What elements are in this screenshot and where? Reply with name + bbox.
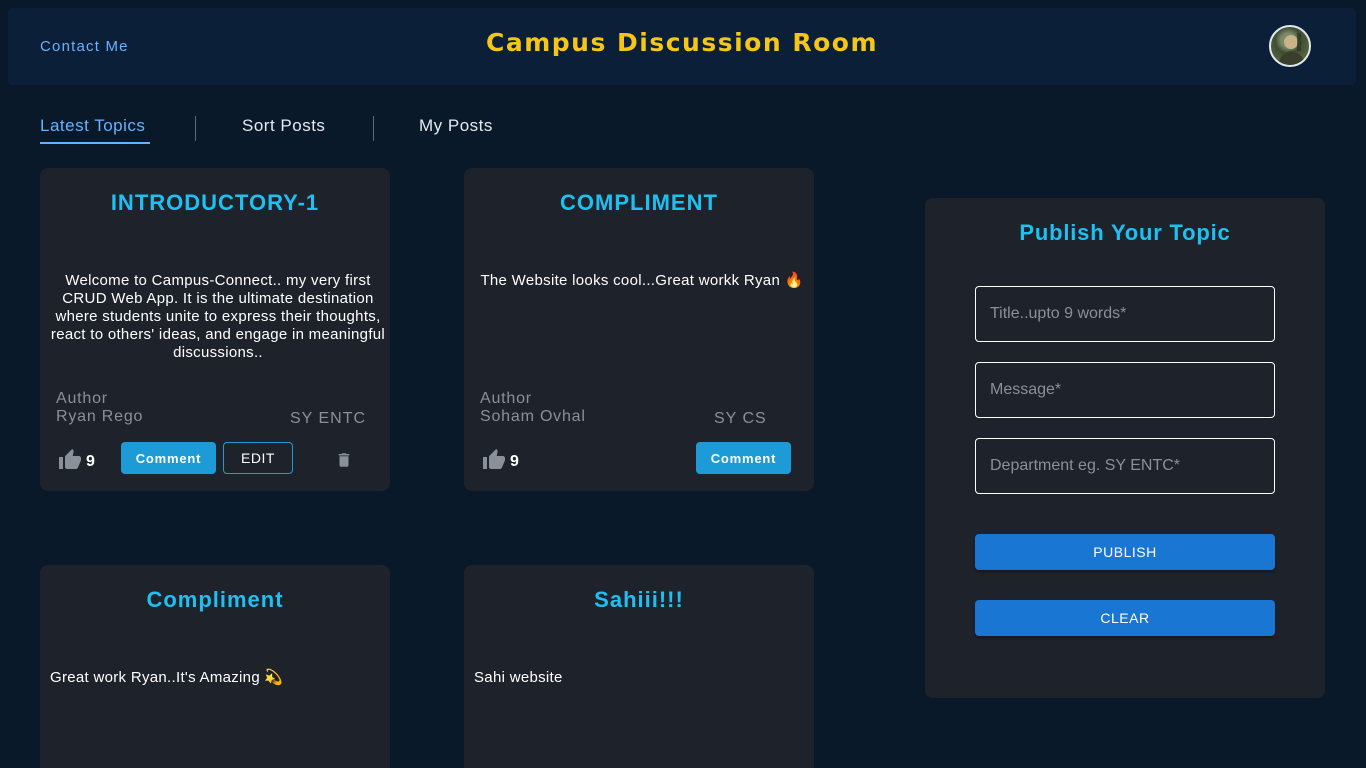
department-input[interactable] <box>975 438 1275 494</box>
comment-button[interactable]: Comment <box>696 442 791 474</box>
thumbs-up-icon <box>483 449 505 469</box>
trash-icon <box>338 453 350 467</box>
post-title: COMPLIMENT <box>560 190 718 215</box>
app-header: Contact Me Campus Discussion Room <box>8 8 1356 85</box>
message-input[interactable] <box>975 362 1275 418</box>
post-card: Compliment Great work Ryan..It's Amazing… <box>40 565 390 768</box>
panel-title: Publish Your Topic <box>1019 220 1231 245</box>
thumbs-up-icon <box>59 449 81 469</box>
publish-button[interactable]: PUBLISH <box>975 534 1275 570</box>
post-title: Sahiii!!! <box>594 587 684 612</box>
post-card: INTRODUCTORY-1 Welcome to Campus-Connect… <box>40 168 390 491</box>
tab-latest-topics[interactable]: Latest Topics <box>40 116 145 136</box>
comment-button[interactable]: Comment <box>121 442 216 474</box>
publish-topic-panel: Publish Your Topic PUBLISH CLEAR <box>925 198 1325 698</box>
avatar[interactable] <box>1269 25 1311 67</box>
delete-button[interactable] <box>335 450 353 475</box>
post-message: The Website looks cool...Great workk Rya… <box>480 272 804 289</box>
post-card: Sahiii!!! Sahi website <box>464 565 814 768</box>
like-button[interactable]: 9 <box>482 448 519 472</box>
author-label: Author <box>56 390 108 407</box>
author-label: Author <box>480 390 532 407</box>
tab-my-posts[interactable]: My Posts <box>419 116 493 136</box>
post-title: INTRODUCTORY-1 <box>110 190 320 215</box>
post-title: Compliment <box>146 587 284 612</box>
edit-button[interactable]: EDIT <box>223 442 293 474</box>
author-name: Ryan Rego <box>56 408 144 425</box>
post-card: COMPLIMENT The Website looks cool...Grea… <box>464 168 814 491</box>
like-count: 9 <box>86 453 95 470</box>
tab-divider <box>373 116 374 141</box>
author-name: Soham Ovhal <box>480 408 586 425</box>
tab-sort-posts[interactable]: Sort Posts <box>242 116 325 136</box>
post-message: Great work Ryan..It's Amazing 💫 <box>50 669 284 686</box>
post-department: SY CS <box>714 410 767 427</box>
title-input[interactable] <box>975 286 1275 342</box>
active-tab-indicator <box>40 142 150 144</box>
post-department: SY ENTC <box>290 410 367 427</box>
tab-divider <box>195 116 196 141</box>
post-message: Sahi website <box>474 669 563 686</box>
app-title: Campus Discussion Room <box>485 28 879 57</box>
clear-button[interactable]: CLEAR <box>975 600 1275 636</box>
like-button[interactable]: 9 <box>58 448 95 472</box>
like-count: 9 <box>510 453 519 470</box>
post-message: Welcome to Campus-Connect.. my very firs… <box>50 272 386 361</box>
